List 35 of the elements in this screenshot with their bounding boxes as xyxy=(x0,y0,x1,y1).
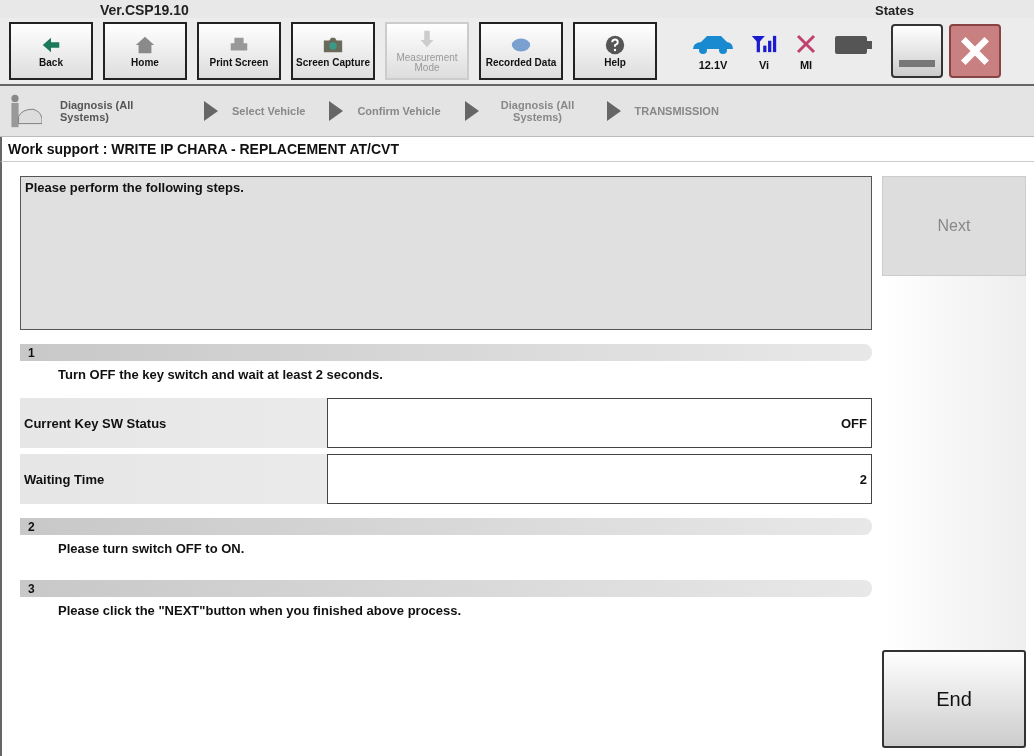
step-instruction: Turn OFF the key switch and wait at least 2 seconds. xyxy=(57,366,384,384)
step-number: 1 xyxy=(28,345,35,360)
states-label: States xyxy=(874,3,914,18)
breadcrumb-item[interactable]: Diagnosis (All Systems) xyxy=(60,99,150,123)
toolbar-button[interactable]: Back xyxy=(9,22,93,80)
close-button[interactable] xyxy=(949,24,1001,78)
toolbar-button[interactable]: Home xyxy=(103,22,187,80)
minimize-button[interactable] xyxy=(891,24,943,78)
close-icon xyxy=(959,35,991,67)
message-text: Please perform the following steps. xyxy=(25,180,244,195)
house-icon xyxy=(134,34,156,56)
indicator-label: MI xyxy=(799,58,813,71)
triangle-icon xyxy=(204,101,218,121)
field-label: Current Key SW Status xyxy=(23,414,168,433)
minimize-icon xyxy=(899,58,935,68)
toolbar-button[interactable]: Recorded Data xyxy=(479,22,563,80)
triangle-icon xyxy=(329,101,344,121)
toolbar-button[interactable]: Help xyxy=(573,22,657,80)
version-label: Ver.CSP19.10 xyxy=(100,2,189,18)
step-instruction: Please turn switch OFF to ON. xyxy=(57,540,246,558)
step-number: 3 xyxy=(28,581,35,596)
value-field: OFF xyxy=(327,398,872,448)
triangle-icon xyxy=(464,101,479,121)
triangle-icon xyxy=(606,101,621,121)
step-number: 2 xyxy=(28,519,35,534)
step-instruction: Please click the "NEXT"button when you finished above process. xyxy=(57,602,463,620)
help-icon xyxy=(604,34,626,56)
indicator-label: Vi xyxy=(758,58,770,71)
end-button[interactable]: End xyxy=(882,650,1026,748)
indicator-label: 12.1V xyxy=(698,58,728,71)
page-title: Work support : WRITE IP CHARA - REPLACEMENT AT/CVT xyxy=(0,137,1034,162)
toolbar-button[interactable]: Print Screen xyxy=(197,22,281,80)
value-field: 2 xyxy=(327,454,872,504)
toolbar-button[interactable]: Screen Capture xyxy=(291,22,375,80)
field-label: Waiting Time xyxy=(23,470,106,489)
